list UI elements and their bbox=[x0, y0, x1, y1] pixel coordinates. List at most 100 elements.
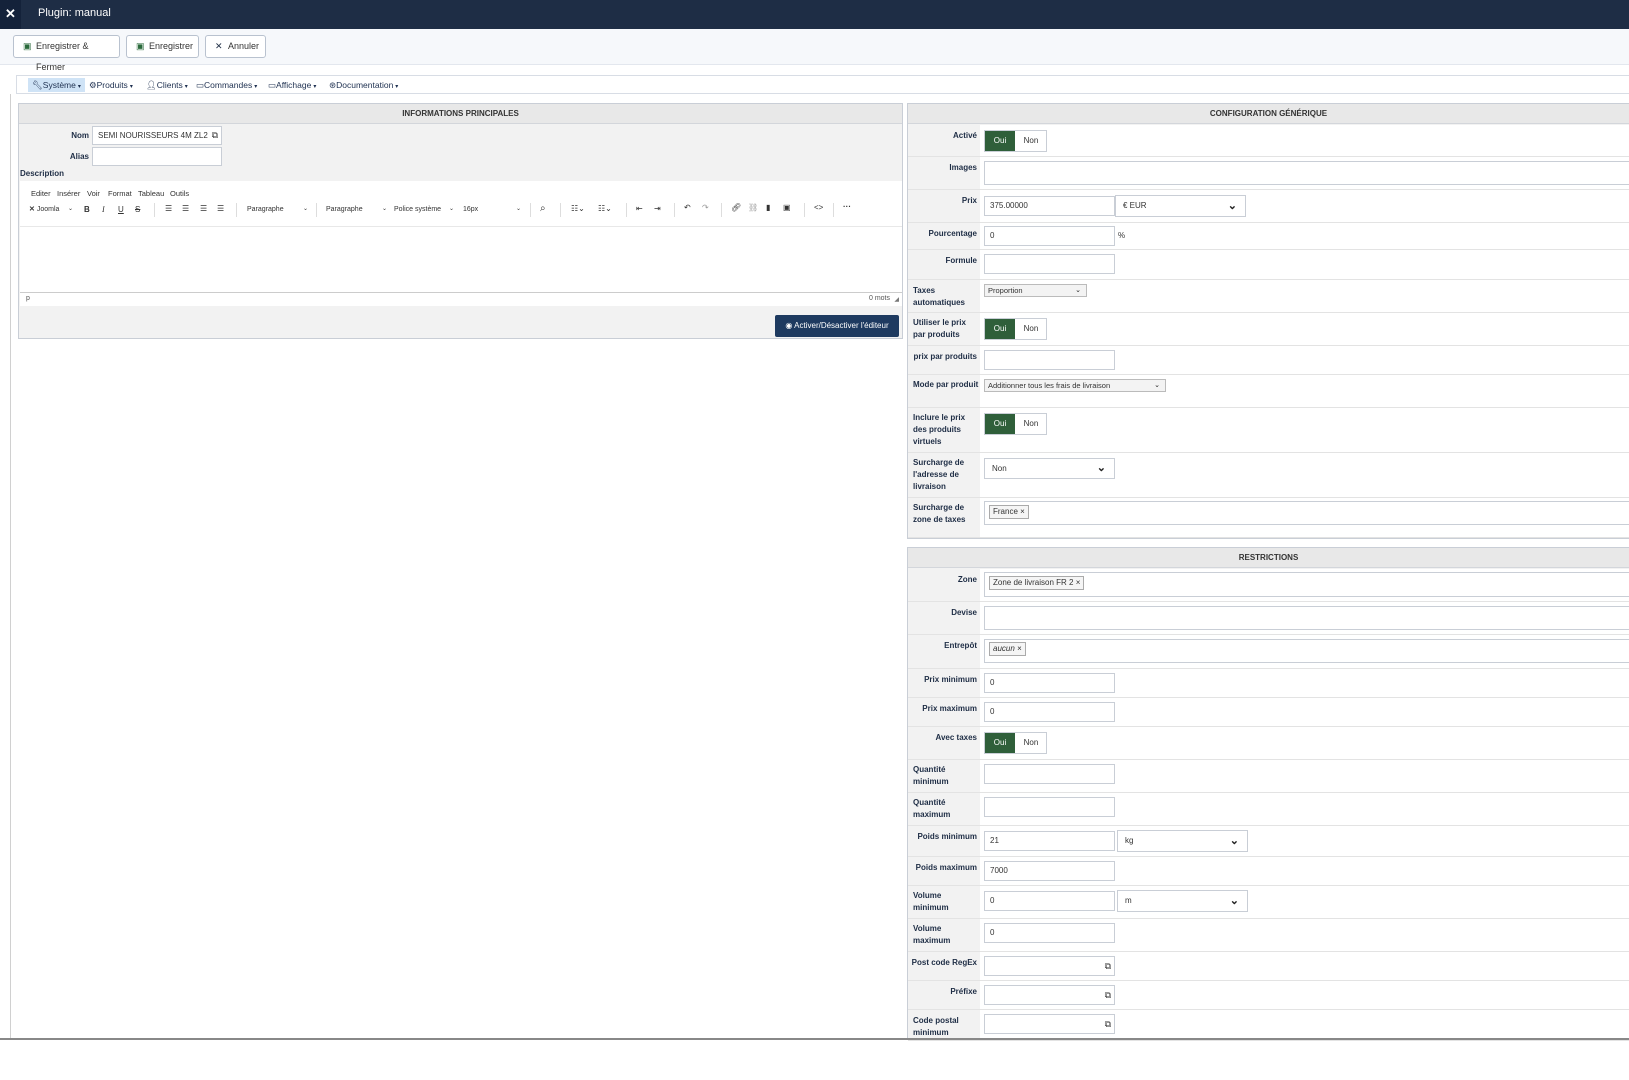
search-icon[interactable]: ⌕ bbox=[540, 203, 546, 214]
code-icon[interactable]: <> bbox=[814, 203, 823, 212]
resize-handle-icon[interactable]: ◢ bbox=[894, 296, 899, 303]
font-size-select[interactable]: 16px ⌄ bbox=[463, 203, 521, 216]
save-button[interactable]: ▣ Enregistrer bbox=[126, 35, 199, 58]
menu-commandes[interactable]: ▭Commandes ▾ bbox=[192, 78, 261, 92]
toggle-editor-button[interactable]: ◉ Activer/Désactiver l'éditeur bbox=[775, 315, 899, 337]
zone-tag[interactable]: Zone de livraison FR 2 × bbox=[989, 576, 1085, 590]
row-postcode-regex: Post code RegEx ⧉ bbox=[908, 952, 1629, 981]
max-volume-input[interactable]: 0 bbox=[984, 923, 1115, 943]
formula-input[interactable] bbox=[984, 254, 1115, 274]
active-no[interactable]: Non bbox=[1015, 131, 1047, 151]
with-taxes-yes[interactable]: Oui bbox=[985, 733, 1015, 753]
price-per-product-input[interactable] bbox=[984, 350, 1115, 370]
auto-taxes-select[interactable]: Proportion ⌄ bbox=[984, 284, 1087, 297]
warehouse-tag[interactable]: aucun × bbox=[989, 642, 1026, 656]
use-product-price-no[interactable]: Non bbox=[1015, 319, 1047, 339]
strikethrough-icon[interactable]: S bbox=[135, 205, 140, 214]
credit-card-icon: ▭ bbox=[196, 80, 205, 90]
link-icon[interactable]: 🔗︎ bbox=[731, 203, 741, 212]
underline-icon[interactable]: U bbox=[118, 205, 124, 214]
translate-icon[interactable]: ⧉ bbox=[1105, 1015, 1111, 1033]
menu-produits[interactable]: ⚙︎Produits ▾ bbox=[85, 78, 137, 92]
include-virtual-no[interactable]: Non bbox=[1015, 414, 1047, 434]
remove-tag-icon[interactable]: × bbox=[1017, 644, 1022, 653]
remove-tag-icon[interactable]: × bbox=[1020, 507, 1025, 516]
nom-input[interactable]: SEMI NOURISSEURS 4M ZL2 ⧉ bbox=[92, 126, 222, 145]
include-virtual-yes[interactable]: Oui bbox=[985, 414, 1015, 434]
min-volume-input[interactable]: 0 bbox=[984, 891, 1115, 911]
row-active: Activé Oui Non bbox=[908, 125, 1629, 157]
postcode-min-input[interactable]: ⧉ bbox=[984, 1014, 1115, 1034]
max-weight-label: Poids maximum bbox=[915, 863, 977, 872]
joomla-button[interactable]: ✕ Joomla ⌄ bbox=[29, 203, 73, 216]
min-price-input[interactable]: 0 bbox=[984, 673, 1115, 693]
include-virtual-toggle[interactable]: Oui Non bbox=[984, 413, 1047, 435]
editor-menu-inserer[interactable]: Insérer bbox=[57, 189, 80, 198]
menu-systeme[interactable]: 🔧︎Système ▾ bbox=[28, 78, 85, 92]
bookmark-icon[interactable]: ▮ bbox=[766, 203, 770, 212]
align-center-icon[interactable]: ☰ bbox=[182, 204, 189, 213]
active-toggle[interactable]: Oui Non bbox=[984, 130, 1047, 152]
editor-content[interactable] bbox=[20, 226, 902, 292]
editor-menu-editer[interactable]: Editer bbox=[31, 189, 51, 198]
mode-per-product-select[interactable]: Additionner tous les frais de livraison ⌄ bbox=[984, 379, 1166, 392]
active-yes[interactable]: Oui bbox=[985, 131, 1015, 151]
currency-field[interactable] bbox=[984, 606, 1629, 630]
min-qty-input[interactable] bbox=[984, 764, 1115, 784]
bold-icon[interactable]: B bbox=[84, 205, 90, 214]
editor-menu-outils[interactable]: Outils bbox=[170, 189, 189, 198]
unlink-icon[interactable]: ⛓︎ bbox=[748, 203, 758, 212]
currency-select[interactable]: € EUR ⌄ bbox=[1115, 195, 1246, 217]
alias-input[interactable] bbox=[92, 147, 222, 166]
menu-documentation[interactable]: ⊛Documentation ▾ bbox=[325, 78, 402, 92]
translate-icon[interactable]: ⧉ bbox=[1105, 986, 1111, 1004]
cancel-button[interactable]: ✕ Annuler bbox=[205, 35, 266, 58]
price-input[interactable]: 375.00000 bbox=[984, 196, 1115, 216]
image-icon[interactable]: ▣ bbox=[783, 203, 791, 212]
more-icon[interactable]: ··· bbox=[843, 202, 851, 211]
volume-unit-select[interactable]: m ⌄ bbox=[1117, 890, 1248, 912]
redo-icon[interactable]: ↷ bbox=[702, 203, 709, 212]
editor-menu-voir[interactable]: Voir bbox=[87, 189, 100, 198]
percentage-input[interactable]: 0 bbox=[984, 226, 1115, 246]
tax-zone-tag[interactable]: France × bbox=[989, 505, 1029, 519]
warehouse-field[interactable] bbox=[984, 639, 1629, 663]
align-left-icon[interactable]: ☰ bbox=[165, 204, 172, 213]
menu-clients[interactable]: 👤︎Clients ▾ bbox=[142, 78, 192, 92]
block-format-select[interactable]: Paragraphe ⌄ bbox=[247, 203, 308, 216]
translate-icon[interactable]: ⧉ bbox=[1105, 957, 1111, 975]
remove-tag-icon[interactable]: × bbox=[1076, 578, 1081, 587]
alias-label: Alias bbox=[69, 152, 89, 161]
use-product-price-toggle[interactable]: Oui Non bbox=[984, 318, 1047, 340]
override-address-select[interactable]: Non ⌄ bbox=[984, 458, 1115, 479]
max-weight-input[interactable]: 7000 bbox=[984, 861, 1115, 881]
joomla-logo-icon[interactable]: ✕ bbox=[0, 0, 21, 29]
undo-icon[interactable]: ↶ bbox=[684, 203, 691, 212]
percentage-label: Pourcentage bbox=[928, 229, 977, 238]
align-justify-icon[interactable]: ☰ bbox=[217, 204, 224, 213]
with-taxes-toggle[interactable]: Oui Non bbox=[984, 732, 1047, 754]
weight-unit-select[interactable]: kg ⌄ bbox=[1117, 830, 1248, 852]
max-price-input[interactable]: 0 bbox=[984, 702, 1115, 722]
save-close-button[interactable]: ▣ Enregistrer & Fermer bbox=[13, 35, 120, 72]
override-tax-zone-field[interactable] bbox=[984, 501, 1629, 525]
postcode-regex-input[interactable]: ⧉ bbox=[984, 956, 1115, 976]
editor-menu-tableau[interactable]: Tableau bbox=[138, 189, 164, 198]
outdent-icon[interactable]: ⇤ bbox=[636, 204, 643, 213]
max-qty-input[interactable] bbox=[984, 797, 1115, 817]
translate-icon[interactable]: ⧉ bbox=[212, 127, 218, 144]
bullet-list-icon[interactable]: ☷⌄ bbox=[571, 204, 585, 213]
indent-icon[interactable]: ⇥ bbox=[654, 204, 661, 213]
prefix-input[interactable]: ⧉ bbox=[984, 985, 1115, 1005]
align-right-icon[interactable]: ☰ bbox=[200, 204, 207, 213]
editor-menu-format[interactable]: Format bbox=[108, 189, 132, 198]
numbered-list-icon[interactable]: ☷⌄ bbox=[598, 204, 612, 213]
font-family-select[interactable]: Police système ⌄ bbox=[394, 203, 454, 216]
images-field[interactable] bbox=[984, 161, 1629, 185]
use-product-price-yes[interactable]: Oui bbox=[985, 319, 1015, 339]
with-taxes-no[interactable]: Non bbox=[1015, 733, 1047, 753]
menu-affichage[interactable]: ▭Affichage ▾ bbox=[264, 78, 320, 92]
min-weight-input[interactable]: 21 bbox=[984, 831, 1115, 851]
paragraph-select[interactable]: Paragraphe ⌄ bbox=[326, 203, 387, 216]
italic-icon[interactable]: I bbox=[102, 205, 105, 214]
